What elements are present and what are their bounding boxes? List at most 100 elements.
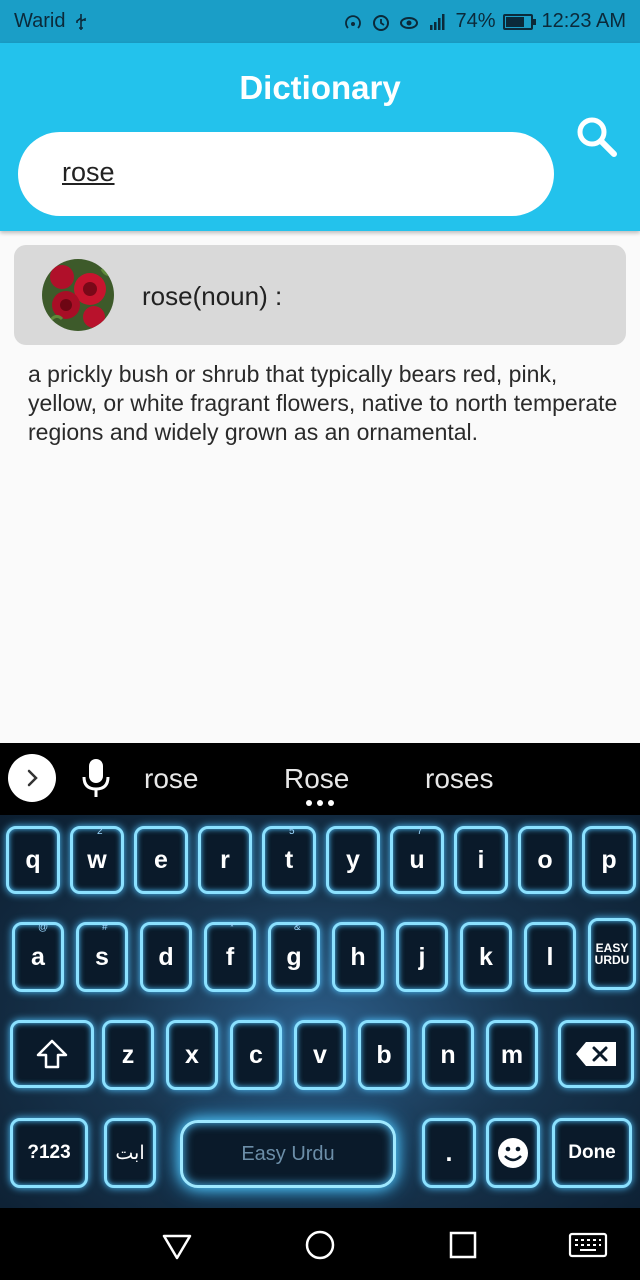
recents-button[interactable] [446, 1228, 480, 1262]
result-card[interactable]: rose(noun) : [14, 245, 626, 345]
status-bar: Warid 74% 12:23 AM [0, 0, 640, 43]
key-s[interactable]: s # [76, 922, 128, 992]
key-r[interactable]: r [198, 826, 252, 894]
suggestion-1[interactable]: rose [144, 763, 198, 795]
rose-image [42, 259, 114, 331]
key-o[interactable]: o [518, 826, 572, 894]
key-label: u [409, 845, 425, 874]
chevron-right-icon [27, 769, 38, 787]
key-f[interactable]: f * [204, 922, 256, 992]
key-y[interactable]: y [326, 826, 380, 894]
easy-urdu-label: EASY URDU [594, 941, 630, 967]
key-b[interactable]: b [358, 1020, 410, 1090]
key-d[interactable]: d [140, 922, 192, 992]
definition-text: a prickly bush or shrub that typically b… [28, 361, 618, 445]
keyboard-switch-button[interactable] [568, 1228, 608, 1262]
key-label: n [440, 1040, 456, 1069]
key-v[interactable]: v [294, 1020, 346, 1090]
microphone-icon [82, 759, 110, 797]
shift-arrow-icon [36, 1039, 68, 1069]
done-key[interactable]: Done [552, 1118, 632, 1188]
key-i[interactable]: i [454, 826, 508, 894]
home-button[interactable] [303, 1228, 337, 1262]
search-icon [577, 117, 617, 157]
key-label: f [225, 942, 235, 971]
key-e[interactable]: e [134, 826, 188, 894]
key-label: q [25, 845, 41, 874]
signal-icon [427, 12, 447, 32]
key-label: c [249, 1040, 263, 1069]
key-label: r [220, 845, 230, 874]
eye-icon [399, 12, 419, 32]
key-label: b [376, 1040, 392, 1069]
key-x[interactable]: x [166, 1020, 218, 1090]
key-p[interactable]: p [582, 826, 636, 894]
key-label: h [350, 942, 366, 971]
suggestion-3[interactable]: roses [425, 763, 493, 795]
key-label: v [313, 1040, 327, 1069]
period-key[interactable]: . [422, 1118, 476, 1188]
backspace-icon [576, 1042, 616, 1066]
key-label: z [121, 1040, 135, 1069]
key-label: j [418, 942, 426, 971]
backspace-key[interactable] [558, 1020, 634, 1088]
key-label: i [477, 845, 485, 874]
key-c[interactable]: c [230, 1020, 282, 1090]
navigation-bar [0, 1208, 640, 1280]
status-icons: 74% 12:23 AM [343, 10, 626, 33]
page-title: Dictionary [239, 69, 401, 106]
key-label: t [284, 845, 294, 874]
suggestion-more-dots[interactable] [306, 800, 334, 808]
key-z[interactable]: z [102, 1020, 154, 1090]
back-button[interactable] [160, 1228, 194, 1262]
battery-level [506, 16, 525, 27]
keyboard-expand-button[interactable] [8, 754, 56, 802]
app-bar: Dictionary rose [0, 43, 640, 231]
emoji-icon [498, 1138, 528, 1168]
key-q[interactable]: q [6, 826, 60, 894]
search-button[interactable] [574, 114, 618, 158]
key-label: s [95, 942, 109, 971]
search-input[interactable]: rose [18, 132, 554, 216]
key-label: p [601, 845, 617, 874]
emoji-key[interactable] [486, 1118, 540, 1188]
key-g[interactable]: g & [268, 922, 320, 992]
suggestion-2[interactable]: Rose [284, 763, 349, 795]
screen: Warid 74% 12:23 AM Dictionary rose rose(… [0, 0, 640, 1280]
search-input-value: rose [62, 157, 115, 187]
key-w[interactable]: w2 [70, 826, 124, 894]
space-bar[interactable]: Easy Urdu [180, 1120, 396, 1188]
key-hint: # [102, 922, 108, 933]
key-k[interactable]: k [460, 922, 512, 992]
numbers-key[interactable]: ?123 [10, 1118, 88, 1188]
hotspot-icon [343, 12, 363, 32]
key-label: m [500, 1040, 524, 1069]
key-label: g [286, 942, 302, 971]
clock: 12:23 AM [541, 10, 626, 32]
alarm-icon [371, 12, 391, 32]
key-n[interactable]: n [422, 1020, 474, 1090]
easy-urdu-key[interactable]: EASY URDU [588, 918, 636, 990]
key-label: d [158, 942, 174, 971]
back-triangle-icon [162, 1234, 192, 1260]
shift-key[interactable] [10, 1020, 94, 1088]
usb-icon [71, 12, 91, 32]
key-j[interactable]: j [396, 922, 448, 992]
key-hint: & [294, 922, 301, 933]
key-hint: * [230, 922, 234, 933]
key-m[interactable]: m [486, 1020, 538, 1090]
key-label: l [546, 942, 554, 971]
result-word: rose(noun) : [142, 281, 283, 311]
key-hint: 2 [97, 826, 103, 837]
microphone-button[interactable] [80, 757, 112, 801]
key-label: w [87, 845, 107, 874]
key-u[interactable]: u7 [390, 826, 444, 894]
key-t[interactable]: t5 [262, 826, 316, 894]
carrier-name: Warid [14, 10, 66, 32]
key-label: x [185, 1040, 199, 1069]
key-h[interactable]: h [332, 922, 384, 992]
key-a[interactable]: a @ [12, 922, 64, 992]
key-label: y [346, 845, 360, 874]
urdu-layout-key[interactable]: ابت [104, 1118, 156, 1188]
key-l[interactable]: l [524, 922, 576, 992]
